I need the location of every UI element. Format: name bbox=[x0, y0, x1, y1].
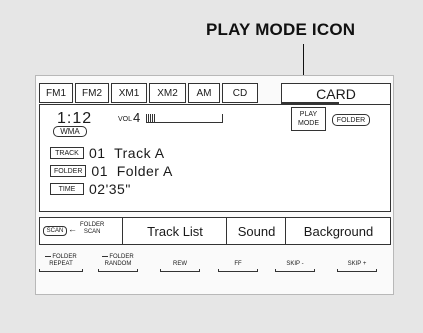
track-list-button[interactable]: Track List bbox=[122, 218, 227, 244]
softkey-label: FOLDER bbox=[109, 254, 134, 260]
volume-label: VOL bbox=[118, 116, 133, 123]
tab-am[interactable]: AM bbox=[188, 83, 220, 103]
play-mode-icon-callout: PLAY MODE ICON bbox=[206, 20, 356, 39]
source-tabs: FM1 FM2 XM1 XM2 AM CD bbox=[39, 83, 260, 103]
audio-display-panel: FM1 FM2 XM1 XM2 AM CD CARD 1:12 VOL 4 WM… bbox=[35, 75, 394, 295]
folder-value: 01 Folder A bbox=[91, 163, 173, 179]
volume-bar bbox=[146, 114, 223, 123]
tab-xm1[interactable]: XM1 bbox=[111, 83, 147, 103]
rew-softkey[interactable]: REW bbox=[160, 254, 200, 272]
time-value: 02'35" bbox=[89, 181, 131, 197]
play-mode-line-2: MODE bbox=[298, 120, 319, 127]
softkey-label: SKIP - bbox=[286, 261, 304, 267]
folder-repeat-softkey[interactable]: FOLDER REPEAT bbox=[39, 254, 83, 272]
left-arrow-icon: ← bbox=[68, 224, 77, 234]
skip-plus-softkey[interactable]: SKIP + bbox=[337, 254, 377, 272]
folder-scan-line-2: SCAN bbox=[83, 229, 101, 235]
tab-xm2[interactable]: XM2 bbox=[149, 83, 186, 103]
menu-bar: SCAN ← FOLDER SCAN Track List Sound Back… bbox=[39, 217, 391, 245]
folder-label: FOLDER bbox=[50, 165, 87, 177]
tab-fm1[interactable]: FM1 bbox=[39, 83, 73, 103]
tab-cd[interactable]: CD bbox=[222, 83, 258, 103]
now-playing-screen: 1:12 VOL 4 WMA PLAY MODE FOLDER TRACK 01… bbox=[39, 104, 391, 212]
folder-random-softkey[interactable]: FOLDER RANDOM bbox=[98, 254, 138, 272]
softkey-label: SKIP + bbox=[347, 261, 367, 267]
volume-bar-fill bbox=[146, 114, 156, 122]
format-badge: WMA bbox=[53, 126, 87, 137]
time-row: TIME 02'35" bbox=[50, 181, 131, 197]
softkey-label: FOLDER bbox=[52, 254, 77, 260]
folder-mode-badge: FOLDER bbox=[332, 114, 370, 126]
folder-row: FOLDER 01 Folder A bbox=[50, 163, 173, 179]
skip-minus-softkey[interactable]: SKIP - bbox=[275, 254, 315, 272]
tab-card[interactable]: CARD bbox=[281, 83, 391, 104]
folder-scan-label: FOLDER SCAN bbox=[80, 222, 104, 236]
softkey-row: FOLDER REPEAT FOLDER RANDOM REW FF SKIP … bbox=[36, 254, 393, 294]
background-button[interactable]: Background bbox=[285, 218, 391, 244]
softkey-label: RANDOM bbox=[104, 261, 132, 267]
softkey-label: REPEAT bbox=[49, 261, 73, 267]
play-mode-line-1: PLAY bbox=[299, 111, 318, 118]
track-value: 01 Track A bbox=[89, 145, 165, 161]
play-mode-icon: PLAY MODE bbox=[291, 107, 326, 131]
tab-fm2[interactable]: FM2 bbox=[75, 83, 109, 103]
volume-value: 4 bbox=[133, 110, 141, 125]
sound-button[interactable]: Sound bbox=[226, 218, 286, 244]
time-label: TIME bbox=[50, 183, 84, 195]
ff-softkey[interactable]: FF bbox=[218, 254, 258, 272]
softkey-label: FF bbox=[234, 261, 242, 267]
scan-button[interactable]: SCAN bbox=[43, 226, 67, 236]
track-label: TRACK bbox=[50, 147, 84, 159]
softkey-label: REW bbox=[173, 261, 187, 267]
folder-scan-line-1: FOLDER bbox=[80, 222, 105, 228]
track-row: TRACK 01 Track A bbox=[50, 145, 165, 161]
